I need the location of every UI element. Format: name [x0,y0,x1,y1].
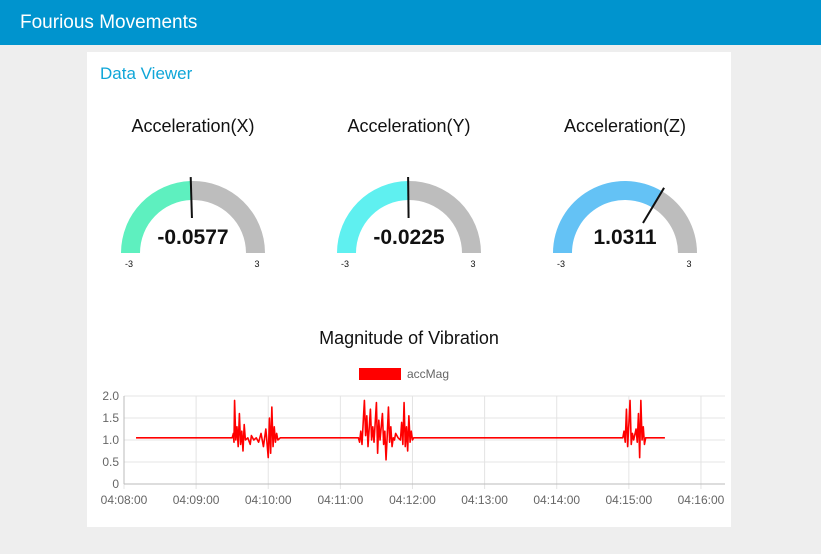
gauge-max-label: 3 [686,259,691,269]
panel-title: Data Viewer [100,64,193,83]
legend-label-accmag: accMag [407,367,449,381]
gauge-max-label: 3 [470,259,475,269]
x-tick-label: 04:09:00 [173,493,220,507]
x-tick-label: 04:11:00 [317,493,363,507]
gauge-dial: -0.0577 -3 3 [121,177,265,269]
y-tick-label: 0.5 [102,455,119,469]
vibration-line-chart: 0 0.5 1.0 1.5 2.0 04:08:00 04:09:00 04:10:00 04:… [101,367,725,507]
x-tick-label: 04:13:00 [461,493,508,507]
gauge-min-label: -3 [557,259,565,269]
chart-series [136,399,665,461]
x-tick-label: 04:14:00 [533,493,580,507]
chart-grid [123,395,725,489]
gauge-min-label: -3 [341,259,349,269]
chart-legend: accMag [359,367,449,381]
x-tick-label: 04:15:00 [605,493,652,507]
x-tick-label: 04:12:00 [389,493,436,507]
gauge-dial: -0.0225 -3 3 [337,176,481,269]
app-header: Fourious Movements [0,0,821,45]
gauge-min-label: -3 [125,259,133,269]
y-tick-label: 2.0 [102,389,119,403]
x-tick-label: 04:08:00 [101,493,148,507]
y-tick-label: 1.0 [102,433,119,447]
legend-swatch-accmag [359,368,401,380]
gauge-value: 1.0311 [593,226,656,249]
gauge-value: -0.0225 [373,226,445,249]
gauge-track-arc [652,191,697,253]
x-tick-label: 04:16:00 [678,493,725,507]
x-tick-label: 04:10:00 [245,493,292,507]
y-tick-label: 1.5 [102,411,119,425]
gauge-acceleration-y: Acceleration(Y) -0.0225 -3 3 [309,112,509,272]
gauge-acceleration-x: Acceleration(X) -0.0577 -3 3 [93,112,293,272]
data-viewer-panel: Data Viewer Acceleration(X) -0.0577 -3 3… [87,52,731,527]
gauge-acceleration-z: Acceleration(Z) 1.0311 -3 3 [525,112,725,272]
y-tick-label: 0 [112,477,119,491]
gauge-dial: 1.0311 -3 3 [553,181,697,269]
chart-title: Magnitude of Vibration [319,328,499,348]
gauge-needle [189,177,193,219]
gauge-value: -0.0577 [157,226,228,249]
gauge-max-label: 3 [254,259,259,269]
app-title: Fourious Movements [20,12,198,33]
series-line-accmag [136,399,665,461]
